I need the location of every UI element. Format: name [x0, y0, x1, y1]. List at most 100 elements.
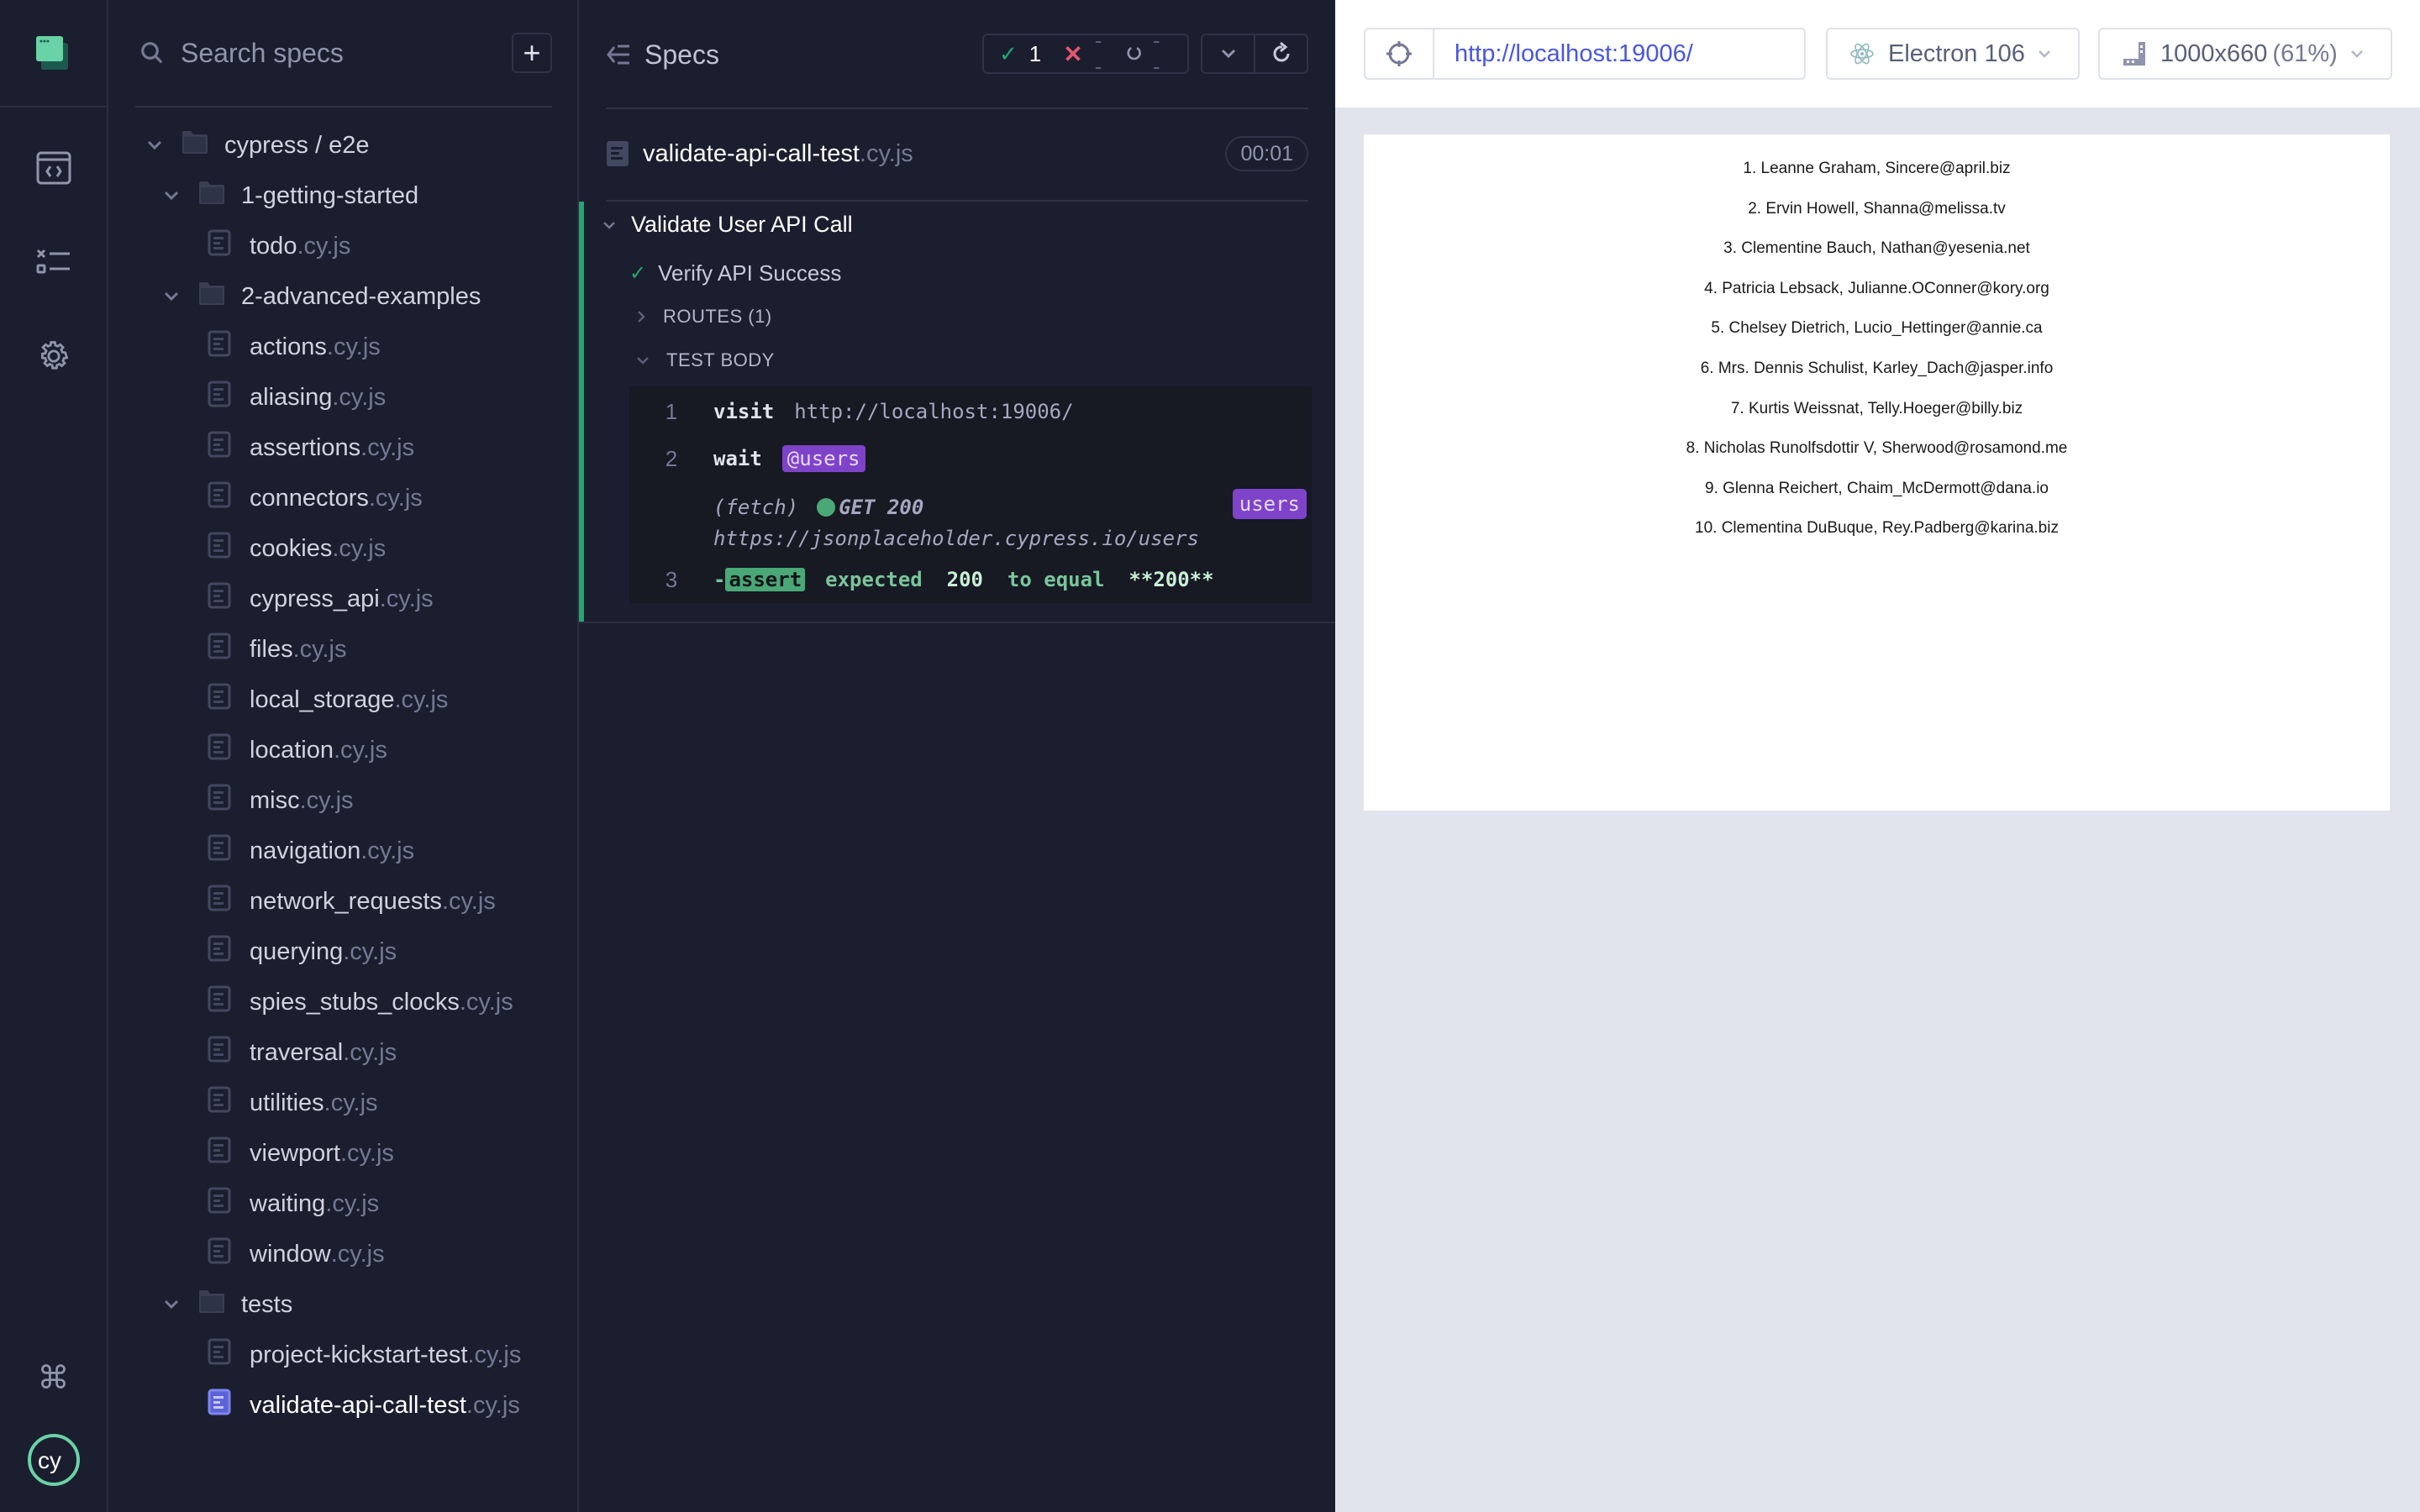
app-iframe: 1. Leanne Graham, Sincere@april.biz 2. Er…: [1364, 134, 2390, 811]
project-logo[interactable]: [0, 0, 107, 108]
assert-badge: assert: [725, 568, 806, 591]
passed-stat: ✓ 1: [999, 41, 1041, 67]
rerun-button[interactable]: [1254, 35, 1307, 72]
spec-file-row[interactable]: local_storage .cy.js: [108, 675, 579, 725]
command-row[interactable]: 3 - assert expected 200 to equal **200**: [629, 563, 1214, 596]
toggle-specs-button[interactable]: Specs: [606, 39, 719, 71]
chevron-down-icon: [159, 190, 184, 202]
spec-file-ext: .cy.js: [297, 232, 351, 260]
new-spec-button[interactable]: +: [512, 33, 552, 73]
spec-file-ext: .cy.js: [330, 1240, 385, 1268]
command-row[interactable]: 1 visit http://localhost:19006/: [629, 395, 1074, 428]
selector-playground-button[interactable]: [1365, 29, 1434, 78]
spec-file-row[interactable]: assertions .cy.js: [108, 423, 579, 473]
file-icon: [208, 683, 231, 717]
file-icon: [208, 1137, 231, 1170]
spec-file-row[interactable]: aliasing .cy.js: [108, 372, 579, 423]
spec-file-ext: .cy.js: [441, 887, 496, 915]
file-icon: [208, 1036, 231, 1069]
spec-file-row[interactable]: navigation .cy.js: [108, 826, 579, 876]
fetch-request-row[interactable]: (fetch) GET 200 https://jsonplaceholder.c…: [713, 492, 1199, 554]
file-icon: [208, 1338, 231, 1372]
user-list-item: 9. Glenna Reichert, Chaim_McDermott@dana…: [1705, 479, 2049, 497]
collapse-all-button[interactable]: [1202, 35, 1254, 72]
test-header[interactable]: ✓ Verify API Success: [629, 260, 841, 286]
folder-row[interactable]: 1-getting-started: [108, 171, 579, 221]
command-number: 1: [665, 398, 678, 424]
file-icon: [208, 885, 231, 918]
spec-file-row[interactable]: actions .cy.js: [108, 322, 579, 372]
nav-specs-button[interactable]: [0, 134, 107, 202]
nav-runs-button[interactable]: [0, 228, 107, 296]
url-text[interactable]: http://localhost:19006/: [1455, 40, 1693, 68]
failed-stat: ✕ --: [1063, 28, 1104, 80]
file-icon: [208, 935, 231, 969]
chevron-down-icon: [159, 1299, 184, 1310]
viewport-select[interactable]: 1000x660 (61%): [2098, 28, 2392, 80]
folder-name: 1-getting-started: [241, 181, 419, 209]
folder-row[interactable]: 2-advanced-examples: [108, 271, 579, 322]
spec-file-name: waiting: [250, 1189, 326, 1217]
spec-file-row[interactable]: connectors .cy.js: [108, 473, 579, 523]
spec-file-row[interactable]: cypress_api .cy.js: [108, 574, 579, 624]
suite-header[interactable]: Validate User API Call: [602, 212, 853, 238]
browser-select[interactable]: Electron 106: [1826, 28, 2080, 80]
test-body-toggle[interactable]: TEST BODY: [636, 349, 775, 371]
viewport-size: 1000x660: [2160, 39, 2268, 67]
spec-file-row[interactable]: querying .cy.js: [108, 927, 579, 977]
file-icon: [208, 1237, 231, 1271]
user-list-item: 3. Clementine Bauch, Nathan@yesenia.net: [1723, 239, 2030, 258]
keyboard-shortcuts-button[interactable]: ⌘: [0, 1344, 107, 1411]
spec-file-row[interactable]: validate-api-call-test .cy.js: [108, 1380, 579, 1431]
file-icon: [208, 834, 231, 868]
cypress-logo-button[interactable]: cy: [0, 1425, 107, 1495]
spec-file-row[interactable]: location .cy.js: [108, 725, 579, 775]
test-title: Verify API Success: [658, 260, 842, 286]
spec-file-name: navigation: [250, 837, 361, 864]
spec-file-row[interactable]: misc .cy.js: [108, 775, 579, 826]
user-list-item: 8. Nicholas Runolfsdottir V, Sherwood@ro…: [1686, 439, 2068, 458]
folder-row[interactable]: tests: [108, 1279, 579, 1330]
spec-file-row[interactable]: spies_stubs_clocks .cy.js: [108, 977, 579, 1027]
spec-file-ext: .cy.js: [299, 786, 354, 814]
spec-file-row[interactable]: network_requests .cy.js: [108, 876, 579, 927]
command-row[interactable]: 2 wait @users: [629, 442, 865, 475]
spec-file-row[interactable]: waiting .cy.js: [108, 1179, 579, 1229]
spec-file-row[interactable]: project-kickstart-test .cy.js: [108, 1330, 579, 1380]
spec-file-row[interactable]: traversal .cy.js: [108, 1027, 579, 1078]
spec-file-row[interactable]: todo .cy.js: [108, 221, 579, 271]
user-list-item: 10. Clementina DuBuque, Rey.Padberg@kari…: [1695, 519, 2059, 538]
spec-file-name: validate-api-call-test.cy.js: [643, 140, 913, 168]
pending-spinner-icon: [1127, 46, 1141, 60]
check-icon: ✓: [629, 262, 647, 285]
fetch-url: https://jsonplaceholder.cypress.io/users: [713, 527, 1199, 550]
spec-file-name: actions: [250, 333, 327, 360]
test-list-icon: [36, 249, 70, 274]
electron-icon: [1850, 43, 1874, 65]
spec-file-name: misc: [250, 786, 300, 814]
folder-icon: [197, 1289, 226, 1320]
spec-file-row[interactable]: window .cy.js: [108, 1229, 579, 1279]
folder-row-root[interactable]: cypress / e2e: [108, 120, 579, 171]
file-icon: [208, 582, 231, 616]
spec-file-row[interactable]: cookies .cy.js: [108, 523, 579, 574]
chevron-down-icon: [159, 291, 184, 302]
spec-file-name: traversal: [250, 1038, 344, 1066]
spec-name: validate-api-call-test: [643, 139, 860, 167]
specs-label: Specs: [644, 39, 719, 70]
spec-file-name: window: [250, 1240, 331, 1268]
routes-toggle[interactable]: ROUTES (1): [636, 306, 772, 328]
command-number: 3: [665, 566, 678, 592]
command-number: 2: [665, 445, 678, 471]
suite-title: Validate User API Call: [631, 212, 853, 237]
nav-settings-button[interactable]: [0, 323, 107, 390]
spec-file-row[interactable]: utilities .cy.js: [108, 1078, 579, 1128]
search-specs-input[interactable]: [181, 37, 500, 69]
file-icon: [607, 141, 629, 166]
spec-file-row[interactable]: files .cy.js: [108, 624, 579, 675]
test-body-label: TEST BODY: [666, 349, 775, 370]
folder-name: tests: [241, 1290, 293, 1318]
browser-name: Electron 106: [1888, 39, 2025, 67]
pending-stat: --: [1127, 28, 1165, 80]
spec-file-row[interactable]: viewport .cy.js: [108, 1128, 579, 1179]
